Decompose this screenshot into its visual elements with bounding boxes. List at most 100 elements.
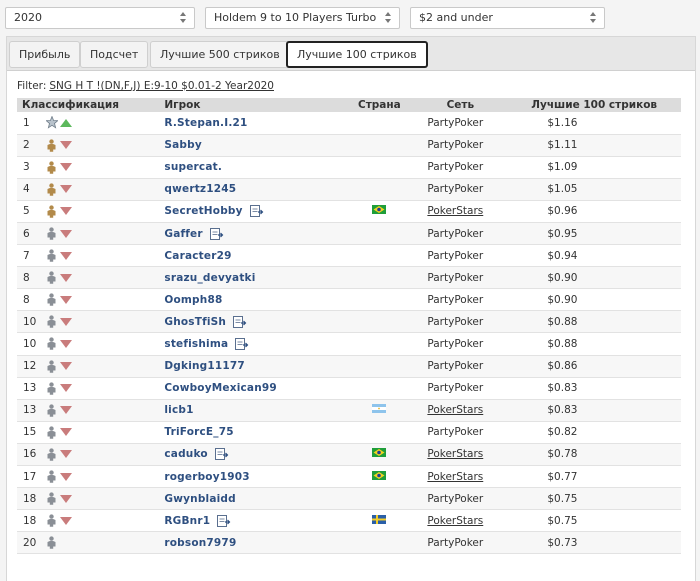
network-cell: PartyPoker bbox=[413, 134, 508, 157]
player-name-link[interactable]: qwertz1245 bbox=[164, 183, 236, 195]
table-header-row: Классификация Игрок Страна Сеть Лучшие 1… bbox=[17, 98, 681, 112]
player-name-link[interactable]: Gaffer bbox=[164, 228, 202, 240]
table-row[interactable]: 5 SecretHobby PokerStars $0.96 bbox=[17, 200, 681, 223]
table-row[interactable]: 2 Sabby PartyPoker $1.11 bbox=[17, 134, 681, 157]
player-name-link[interactable]: RGBnr1 bbox=[164, 515, 210, 527]
notes-icon[interactable] bbox=[216, 514, 231, 528]
network-cell: PartyPoker bbox=[413, 112, 508, 135]
tab-top-100-streaks[interactable]: Лучшие 100 стриков bbox=[286, 41, 428, 68]
table-row[interactable]: 10 GhosTfiSh PartyPoker $0.88 bbox=[17, 310, 681, 334]
network-name[interactable]: PokerStars bbox=[427, 448, 483, 460]
top100-value-cell: $1.11 bbox=[507, 134, 681, 157]
table-row[interactable]: 18 Gwynblaidd PartyPoker $0.75 bbox=[17, 487, 681, 511]
table-row[interactable]: 13 licb1 PokerStars $0.83 bbox=[17, 399, 681, 422]
table-row[interactable]: 16 caduko PokerStars $0.78 bbox=[17, 443, 681, 467]
country-cell bbox=[345, 310, 414, 334]
table-row[interactable]: 15 TriForcE_75 PartyPoker $0.82 bbox=[17, 421, 681, 444]
network-cell: PartyPoker bbox=[413, 487, 508, 511]
network-name[interactable]: PokerStars bbox=[427, 471, 483, 483]
filter-description: Filter: SNG H T !(DN,F,J) E:9-10 $0.01-2 … bbox=[17, 80, 274, 92]
stakes-select[interactable]: $2 and under bbox=[410, 7, 605, 29]
filter-label: Filter: bbox=[17, 80, 47, 92]
table-row[interactable]: 3 supercat. PartyPoker $1.09 bbox=[17, 156, 681, 179]
player-name-link[interactable]: licb1 bbox=[164, 404, 193, 416]
player-name-link[interactable]: srazu_devyatki bbox=[164, 272, 255, 284]
player-badge-icon bbox=[46, 448, 57, 461]
notes-icon[interactable] bbox=[232, 315, 247, 329]
player-name-link[interactable]: Dgking11177 bbox=[164, 360, 245, 372]
tab-profit[interactable]: Прибыль bbox=[9, 41, 81, 68]
player-badge-icon bbox=[46, 161, 57, 174]
network-name[interactable]: PokerStars bbox=[427, 404, 483, 416]
column-header-classification[interactable]: Классификация bbox=[17, 98, 160, 112]
network-cell: PartyPoker bbox=[413, 310, 508, 334]
notes-icon[interactable] bbox=[234, 337, 249, 351]
table-row[interactable]: 12 Dgking11177 PartyPoker $0.86 bbox=[17, 355, 681, 378]
player-name-link[interactable]: caduko bbox=[164, 448, 207, 460]
brazil-flag-icon bbox=[372, 470, 387, 483]
top100-value-cell: $0.90 bbox=[507, 288, 681, 312]
country-cell bbox=[345, 200, 414, 223]
classification-cell bbox=[41, 355, 160, 378]
network-name: PartyPoker bbox=[427, 227, 484, 240]
trend-down-icon bbox=[60, 384, 73, 393]
tab-top-500-streaks[interactable]: Лучшие 500 стриков bbox=[150, 41, 290, 68]
player-name-link[interactable]: Caracter29 bbox=[164, 250, 231, 262]
player-name-link[interactable]: GhosTfiSh bbox=[164, 316, 226, 328]
player-name-link[interactable]: Oomph88 bbox=[164, 294, 222, 306]
classification-cell bbox=[41, 377, 160, 400]
table-row[interactable]: 17 rogerboy1903 PokerStars $0.77 bbox=[17, 465, 681, 489]
column-header-country[interactable]: Страна bbox=[345, 98, 414, 112]
network-name[interactable]: PokerStars bbox=[427, 205, 483, 217]
table-row[interactable]: 4 qwertz1245 PartyPoker $1.05 bbox=[17, 178, 681, 201]
table-row[interactable]: 10 stefishima PartyPoker $0.88 bbox=[17, 332, 681, 356]
player-name-link[interactable]: supercat. bbox=[164, 161, 222, 173]
player-name-link[interactable]: SecretHobby bbox=[164, 205, 242, 217]
table-row[interactable]: 7 Caracter29 PartyPoker $0.94 bbox=[17, 244, 681, 268]
player-name-link[interactable]: Gwynblaidd bbox=[164, 493, 235, 505]
player-name-link[interactable]: robson7979 bbox=[164, 537, 236, 549]
network-cell: PartyPoker bbox=[413, 355, 508, 378]
player-cell: stefishima bbox=[159, 332, 346, 356]
column-header-player[interactable]: Игрок bbox=[159, 98, 346, 112]
game-select[interactable]: Holdem 9 to 10 Players Turbo bbox=[205, 7, 400, 29]
player-badge-icon bbox=[46, 249, 57, 262]
notes-icon[interactable] bbox=[209, 227, 224, 241]
network-name: PartyPoker bbox=[427, 315, 484, 328]
tab-count[interactable]: Подсчет bbox=[80, 41, 149, 68]
player-name-link[interactable]: R.Stepan.I.21 bbox=[164, 117, 247, 129]
table-row[interactable]: 8 Oomph88 PartyPoker $0.90 bbox=[17, 288, 681, 312]
player-cell: Sabby bbox=[159, 134, 346, 157]
player-name-link[interactable]: CowboyMexican99 bbox=[164, 382, 277, 394]
rank-cell: 13 bbox=[17, 399, 42, 422]
table-row[interactable]: 6 Gaffer PartyPoker $0.95 bbox=[17, 222, 681, 246]
player-cell: caduko bbox=[159, 443, 346, 467]
player-badge-icon bbox=[46, 337, 57, 351]
table-row[interactable]: 1 R.Stepan.I.21 PartyPoker $1.16 bbox=[17, 112, 681, 135]
country-cell bbox=[345, 156, 414, 179]
player-name-link[interactable]: TriForcE_75 bbox=[164, 426, 233, 438]
filter-link[interactable]: SNG H T !(DN,F,J) E:9-10 $0.01-2 Year202… bbox=[49, 80, 274, 92]
rank-cell: 18 bbox=[17, 509, 42, 533]
network-name: PartyPoker bbox=[427, 426, 484, 439]
player-name-link[interactable]: Sabby bbox=[164, 139, 202, 151]
table-row[interactable]: 8 srazu_devyatki PartyPoker $0.90 bbox=[17, 266, 681, 290]
network-cell: PokerStars bbox=[413, 200, 508, 223]
table-row[interactable]: 13 CowboyMexican99 PartyPoker $0.83 bbox=[17, 377, 681, 400]
player-name-link[interactable]: stefishima bbox=[164, 338, 228, 350]
player-name-link[interactable]: rogerboy1903 bbox=[164, 471, 249, 483]
column-header-network[interactable]: Сеть bbox=[413, 98, 508, 112]
year-select[interactable]: 2020 bbox=[5, 7, 195, 29]
player-badge-icon bbox=[46, 293, 57, 307]
network-name[interactable]: PokerStars bbox=[427, 515, 483, 527]
notes-icon[interactable] bbox=[249, 204, 264, 218]
table-row[interactable]: 20 robson7979 PartyPoker $0.73 bbox=[17, 531, 681, 555]
trend-down-icon bbox=[60, 406, 73, 415]
top100-value-cell: $0.73 bbox=[507, 531, 681, 555]
table-row[interactable]: 18 RGBnr1 PokerStars $0.75 bbox=[17, 509, 681, 533]
notes-icon[interactable] bbox=[214, 447, 229, 461]
network-cell: PartyPoker bbox=[413, 377, 508, 400]
country-cell bbox=[345, 531, 414, 555]
column-header-top100[interactable]: Лучшие 100 стриков bbox=[507, 98, 681, 112]
player-badge-icon bbox=[46, 470, 57, 483]
